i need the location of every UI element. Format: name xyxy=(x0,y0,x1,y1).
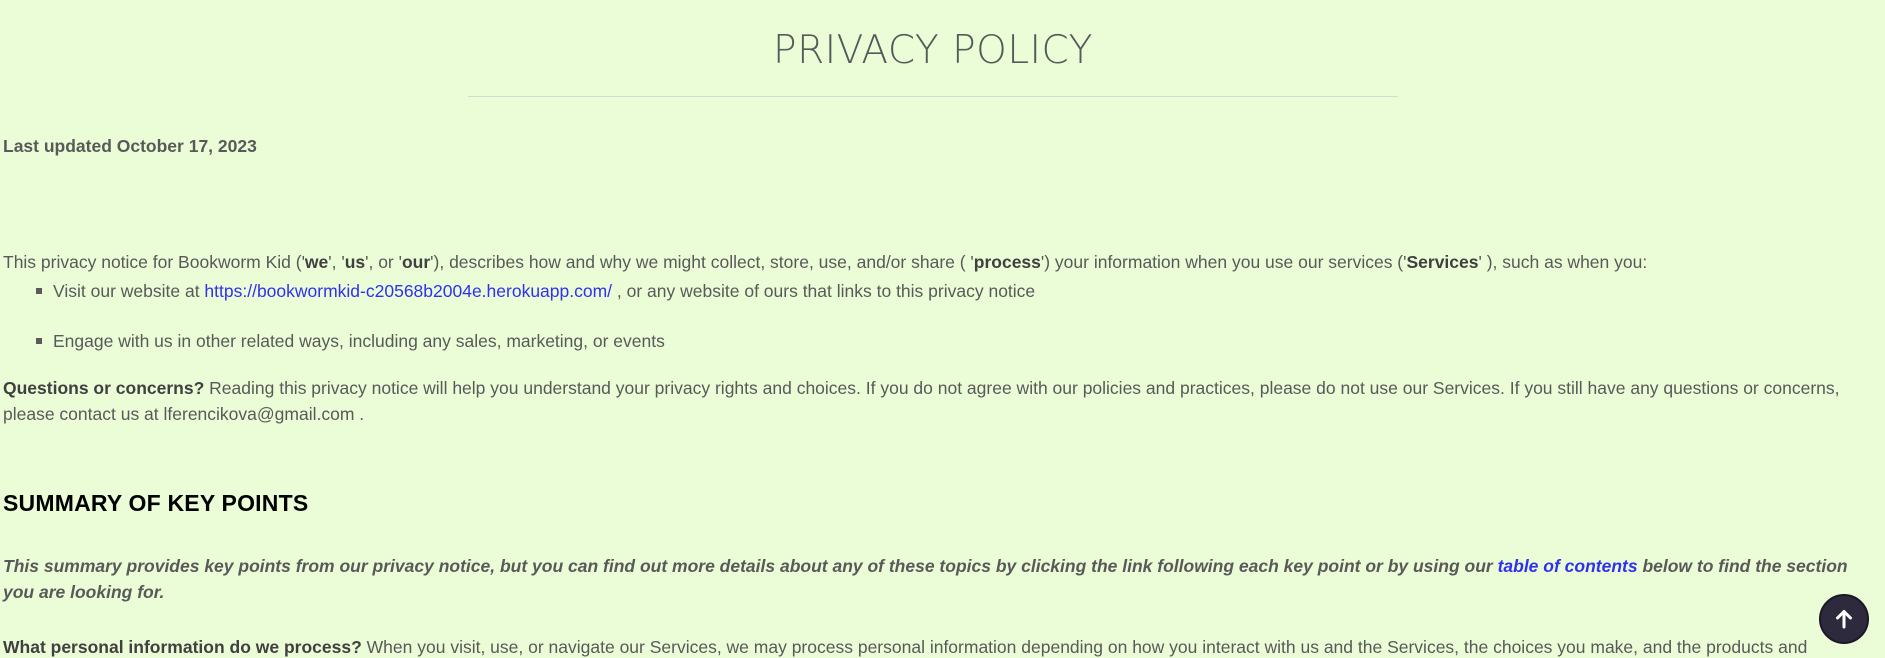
term-services: Services xyxy=(1406,252,1479,272)
arrow-up-icon xyxy=(1836,610,1852,629)
table-of-contents-link[interactable]: table of contents xyxy=(1498,556,1638,576)
last-updated: Last updated October 17, 2023 xyxy=(3,136,257,156)
bullet-marker xyxy=(36,338,42,344)
list-item-text: , or any website of ours that links to t… xyxy=(612,281,1036,301)
term-our: our xyxy=(401,252,431,272)
list-item: Visit our website at https://bookwormkid… xyxy=(3,278,1035,304)
title-divider xyxy=(468,96,1398,97)
website-link[interactable]: https://bookwormkid-c20568b2004e.herokua… xyxy=(204,281,612,301)
intro-text: ') your information when you use our ser… xyxy=(1040,252,1407,272)
questions-paragraph: Questions or concerns? Reading this priv… xyxy=(3,375,1848,427)
intro-text: ' ), such as when you: xyxy=(1478,252,1648,272)
personal-info-text: When you visit, use, or navigate our Ser… xyxy=(361,637,1808,657)
privacy-policy-page: PRIVACY POLICY Last updated October 17, … xyxy=(0,0,1885,658)
intro-paragraph: This privacy notice for Bookworm Kid ('w… xyxy=(3,249,1647,275)
questions-text: Reading this privacy notice will help yo… xyxy=(3,378,1840,424)
intro-text: ', ' xyxy=(328,252,345,272)
term-us: us xyxy=(344,252,366,272)
intro-text: ', or ' xyxy=(365,252,402,272)
list-item: Engage with us in other related ways, in… xyxy=(3,328,1035,354)
personal-info-paragraph: What personal information do we process?… xyxy=(3,634,1853,658)
bullet-marker xyxy=(36,288,42,294)
list-item-text: Engage with us in other related ways, in… xyxy=(53,331,665,351)
page-title: PRIVACY POLICY xyxy=(773,28,1093,73)
personal-info-label: What personal information do we process? xyxy=(3,637,362,657)
summary-intro: This summary provides key points from ou… xyxy=(3,553,1853,605)
intro-text: '), describes how and why we might colle… xyxy=(430,252,974,272)
summary-intro-text: This summary provides key points from ou… xyxy=(3,556,1498,576)
intro-text: This privacy notice for Bookworm Kid (' xyxy=(3,252,305,272)
term-process: process xyxy=(973,252,1041,272)
summary-heading: SUMMARY OF KEY POINTS xyxy=(3,490,309,516)
term-we: we xyxy=(304,252,329,272)
back-to-top-button[interactable] xyxy=(1819,594,1869,644)
services-list: Visit our website at https://bookwormkid… xyxy=(3,278,1035,378)
list-item-text: Visit our website at xyxy=(53,281,205,301)
questions-label: Questions or concerns? xyxy=(3,378,205,398)
